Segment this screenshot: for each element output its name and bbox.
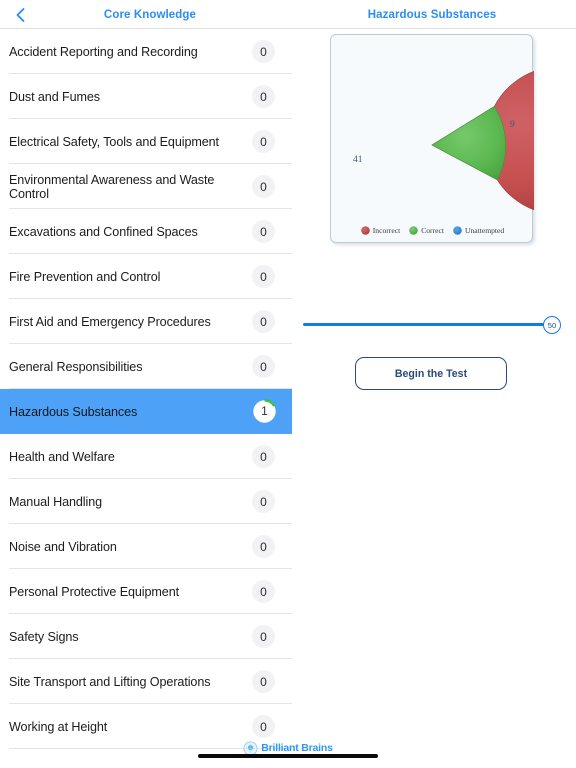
topic-list-item-label: Electrical Safety, Tools and Equipment [9, 134, 219, 149]
topic-progress-badge: 1 [252, 399, 277, 424]
topic-list-item[interactable]: First Aid and Emergency Procedures 0 [0, 299, 292, 344]
topic-list-item-label: Environmental Awareness and Waste Contro… [9, 172, 215, 201]
pie-label-incorrect: 41 [353, 155, 363, 165]
topic-list-item[interactable]: Accident Reporting and Recording 0 [0, 29, 292, 74]
slider-track[interactable] [303, 323, 551, 326]
home-indicator [198, 754, 378, 758]
topic-list-item[interactable]: Personal Protective Equipment 0 [0, 569, 292, 614]
topic-list-item[interactable]: Dust and Fumes 0 [0, 74, 292, 119]
legend-label-unattempted: Unattempted [464, 226, 505, 235]
topic-count-badge: 0 [252, 310, 275, 333]
topic-count-badge: 0 [252, 445, 275, 468]
topic-list-item-label: First Aid and Emergency Procedures [9, 314, 211, 329]
topic-count-badge: 0 [252, 130, 275, 153]
results-pie-chart-card: 41 9 Incorrect Correct Unattempted [330, 34, 534, 243]
topic-list-item[interactable]: Noise and Vibration 0 [0, 524, 292, 569]
topic-list-item-label: Hazardous Substances [9, 404, 138, 419]
legend-item-correct: Correct [409, 226, 444, 235]
topic-list-item[interactable]: General Responsibilities 0 [0, 344, 292, 389]
topic-count-badge: 0 [252, 265, 275, 288]
topic-list-item[interactable]: Fire Prevention and Control 0 [0, 254, 292, 299]
legend-label-incorrect: Incorrect [372, 226, 401, 235]
chart-legend: Incorrect Correct Unattempted [331, 226, 534, 235]
topic-list-item[interactable]: Excavations and Confined Spaces 0 [0, 209, 292, 254]
topic-list-item[interactable]: Health and Welfare 0 [0, 434, 292, 479]
nav-title-hazardous-substances[interactable]: Hazardous Substances [346, 0, 518, 29]
topic-count-badge: 0 [252, 670, 275, 693]
legend-item-unattempted: Unattempted [453, 226, 504, 235]
begin-the-test-button[interactable]: Begin the Test [355, 357, 507, 390]
nav-title-core-knowledge[interactable]: Core Knowledge [60, 0, 240, 29]
topic-count-badge: 0 [252, 40, 275, 63]
topic-count-badge: 0 [252, 175, 275, 198]
topic-list-item[interactable]: Hazardous Substances 1 [0, 389, 292, 434]
topic-list-item-label: Dust and Fumes [9, 89, 100, 104]
topic-list-item-label: Fire Prevention and Control [9, 269, 161, 284]
topic-list[interactable]: Accident Reporting and Recording 0 Dust an… [0, 29, 292, 768]
topic-count-badge: 0 [252, 715, 275, 738]
back-chevron-icon[interactable] [11, 5, 31, 25]
topic-list-item-label: Working at Height [9, 719, 108, 734]
legend-dot-incorrect-icon [360, 226, 370, 235]
pie-chart-graphic [431, 71, 534, 211]
topic-list-item[interactable]: Environmental Awareness and Waste Contro… [0, 164, 292, 209]
pie-label-correct: 9 [510, 120, 515, 130]
brand-name: Brilliant Brains [261, 742, 333, 754]
topic-list-item-label: Noise and Vibration [9, 539, 117, 554]
topic-count-badge: 0 [252, 355, 275, 378]
topic-list-item[interactable]: Electrical Safety, Tools and Equipment 0 [0, 119, 292, 164]
topic-count-badge: 0 [252, 220, 275, 243]
topic-list-item-label: Safety Signs [9, 629, 79, 644]
question-count-slider[interactable]: 50 [303, 312, 565, 338]
topic-list-item-label: Accident Reporting and Recording [9, 44, 198, 59]
app-root: Core Knowledge Hazardous Substances Acci… [0, 0, 576, 768]
topic-list-item[interactable]: Site Transport and Lifting Operations 0 [0, 659, 292, 704]
topic-count-badge: 0 [252, 490, 275, 513]
detail-panel: 41 9 Incorrect Correct Unattempted 50 Be… [292, 29, 576, 768]
topic-list-item-label: General Responsibilities [9, 359, 143, 374]
legend-dot-correct-icon [409, 226, 418, 235]
topic-count-badge: 0 [252, 85, 275, 108]
top-navigation-bar: Core Knowledge Hazardous Substances [0, 0, 576, 29]
topic-list-item[interactable]: Safety Signs 0 [0, 614, 292, 659]
topic-list-item-label: Personal Protective Equipment [9, 584, 180, 599]
topic-count-badge: 0 [252, 535, 275, 558]
topic-count-badge: 0 [252, 580, 275, 603]
topic-progress-count: 1 [261, 405, 268, 418]
legend-item-incorrect: Incorrect [360, 226, 401, 235]
legend-label-correct: Correct [421, 226, 444, 235]
legend-dot-unattempted-icon [453, 226, 462, 235]
topic-list-item-label: Site Transport and Lifting Operations [9, 674, 211, 689]
slider-thumb[interactable]: 50 [543, 316, 561, 334]
topic-list-item-label: Excavations and Confined Spaces [9, 224, 198, 239]
topic-count-badge: 0 [252, 625, 275, 648]
topic-list-item-label: Manual Handling [9, 494, 103, 509]
topic-list-item-label: Health and Welfare [9, 449, 115, 464]
topic-list-item[interactable]: Manual Handling 0 [0, 479, 292, 524]
